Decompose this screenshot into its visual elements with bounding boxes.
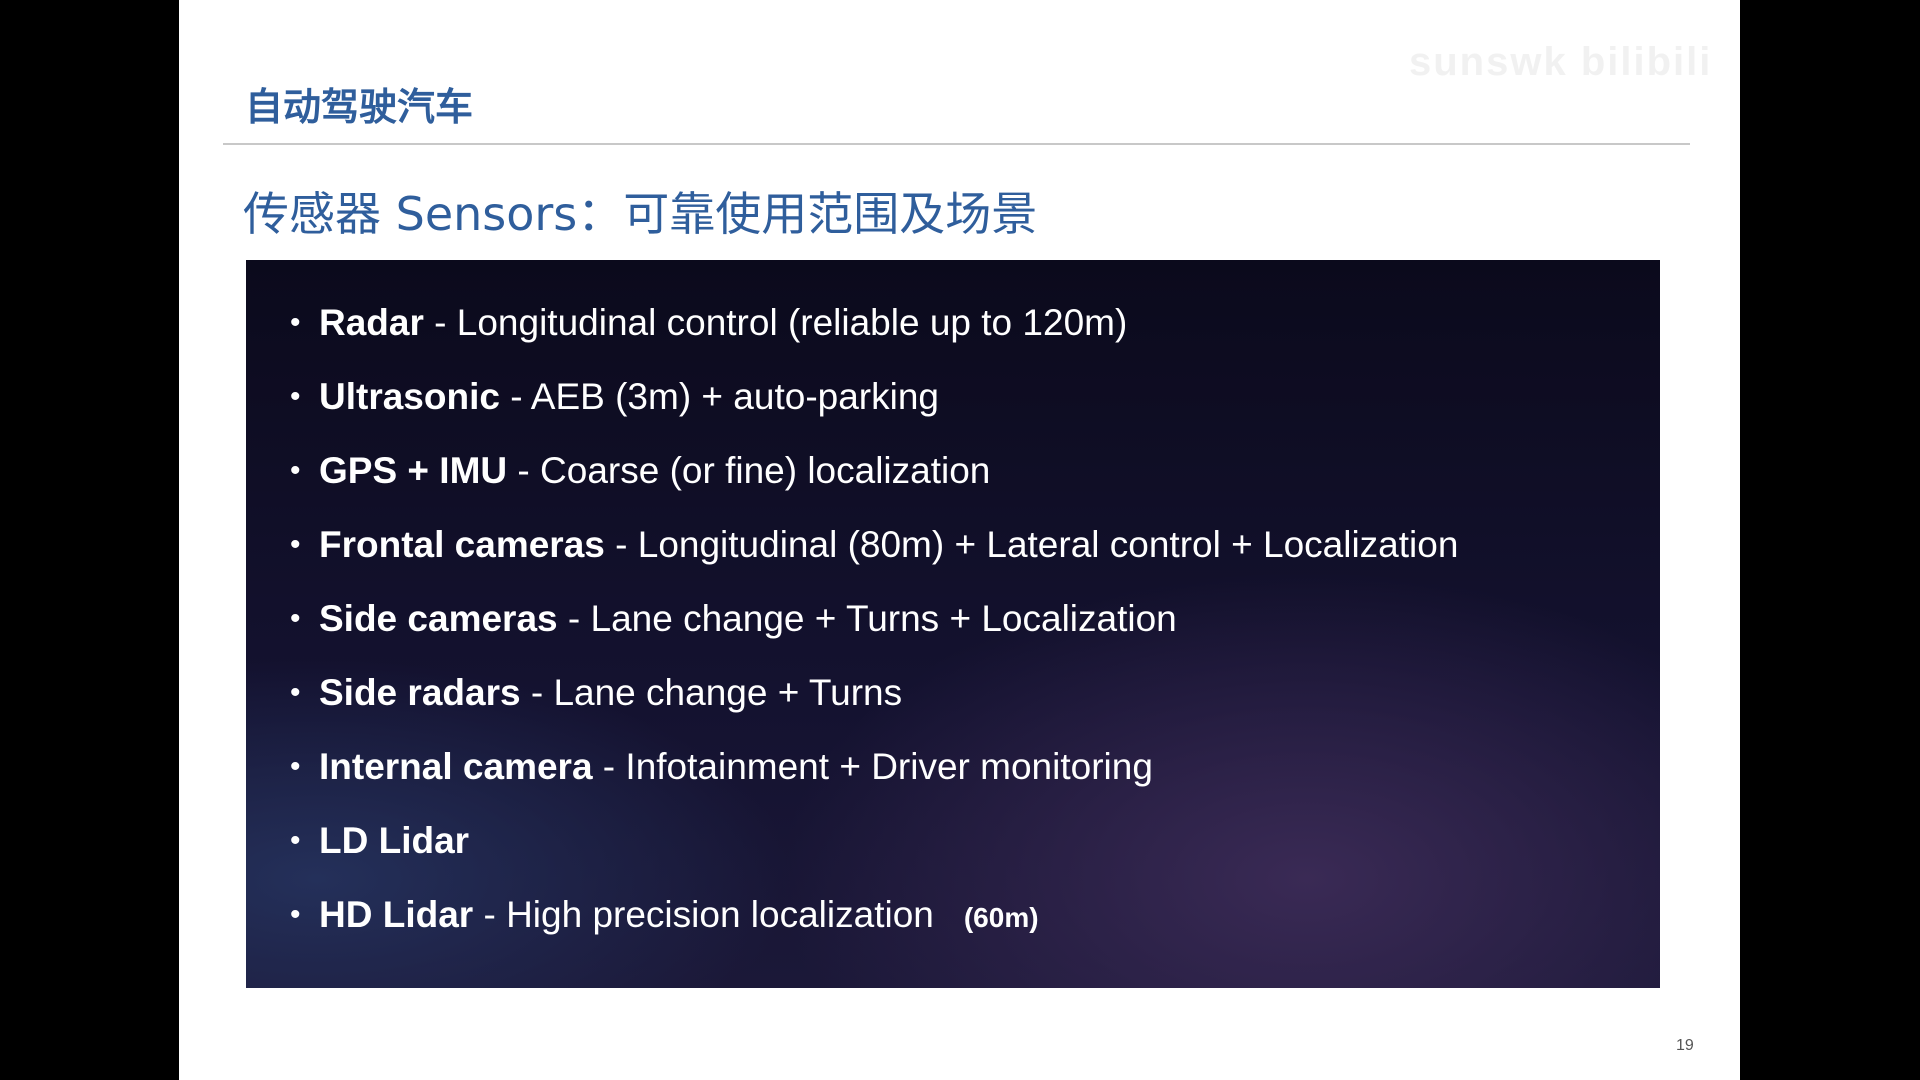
sensor-desc: - Longitudinal (80m) + Lateral control +… [604,524,1459,565]
bullet-icon: • [290,676,301,709]
slide-subtitle: 传感器 Sensors：可靠使用范围及场景 [243,187,1038,241]
sensor-desc: - Infotainment + Driver monitoring [592,746,1153,787]
divider [223,143,1690,145]
sensor-term: LD Lidar [319,820,470,861]
slide: 自动驾驶汽车 sunswk bilibili 传感器 Sensors：可靠使用范… [179,0,1740,1080]
bullet-icon: • [290,380,301,413]
list-item: • LD Lidar [246,816,1458,890]
bullet-icon: • [290,602,301,635]
list-item: • Side radars - Lane change + Turns [246,668,1458,742]
list-item: • Frontal cameras - Longitudinal (80m) + … [246,520,1458,594]
bullet-icon: • [290,898,301,931]
sensor-desc: - Lane change + Turns [520,672,903,713]
sensor-term: HD Lidar [319,894,474,935]
range-note: (60m) [963,902,1039,933]
page-number: 19 [1676,1037,1694,1054]
list-item: • Ultrasonic - AEB (3m) + auto-parking [246,372,1458,446]
sensor-list: • Radar - Longitudinal control (reliable … [246,298,1458,964]
sensor-desc: - High precision localization [473,894,934,935]
list-item: • Side cameras - Lane change + Turns + Lo… [246,594,1458,668]
list-item: • HD Lidar - High precision localization (… [246,890,1458,964]
sensor-term: GPS + IMU [319,450,508,491]
sensor-desc: - Lane change + Turns + Localization [557,598,1177,639]
sensor-desc: - AEB (3m) + auto-parking [499,376,939,417]
watermark: sunswk bilibili [1409,40,1713,84]
sensor-term: Side cameras [319,598,558,639]
bullet-icon: • [290,824,301,857]
sensor-term: Side radars [319,672,521,713]
list-item: • Radar - Longitudinal control (reliable … [246,298,1458,372]
sensor-term: Frontal cameras [319,524,605,565]
slide-title: 自动驾驶汽车 [245,85,474,129]
sensor-term: Ultrasonic [319,376,500,417]
bullet-icon: • [290,454,301,487]
sensor-term: Radar [319,302,424,343]
sensor-panel: • Radar - Longitudinal control (reliable … [246,260,1660,988]
sensor-desc: - Longitudinal control (reliable up to 1… [423,302,1128,343]
bullet-icon: • [290,528,301,561]
list-item: • GPS + IMU - Coarse (or fine) localizati… [246,446,1458,520]
bullet-icon: • [290,750,301,783]
sensor-term: Internal camera [319,746,593,787]
bullet-icon: • [290,306,301,339]
list-item: • Internal camera - Infotainment + Driver… [246,742,1458,816]
sensor-desc: - Coarse (or fine) localization [507,450,991,491]
